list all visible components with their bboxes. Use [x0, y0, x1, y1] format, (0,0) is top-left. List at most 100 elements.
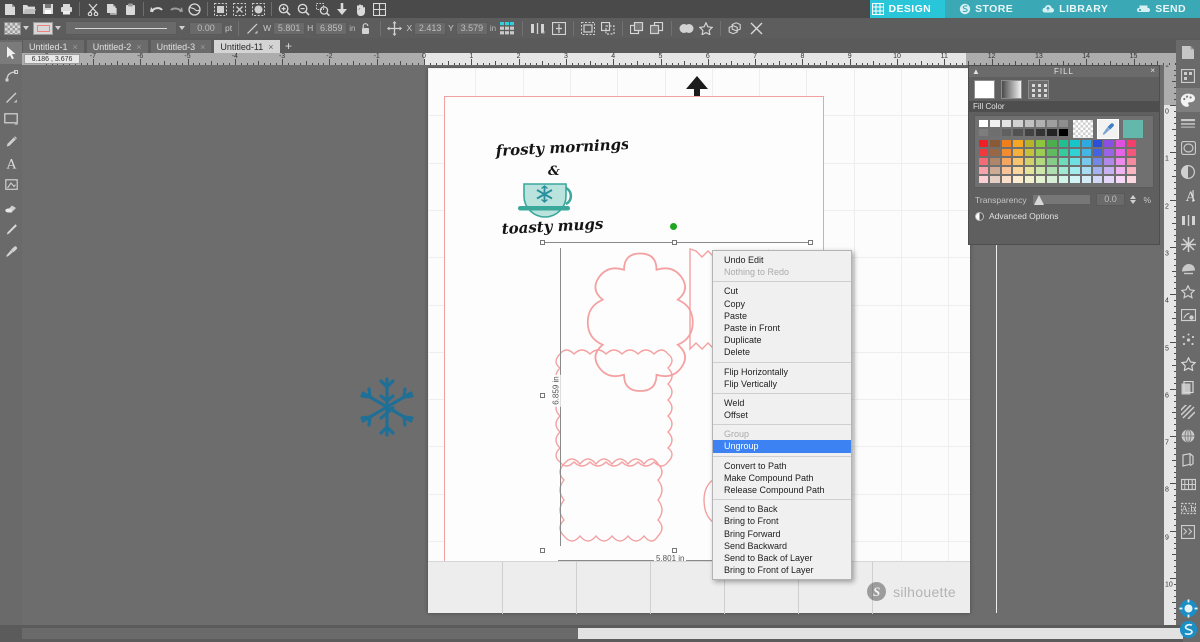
context-menu-item[interactable]: Bring to Front of Layer [713, 564, 851, 576]
nav-tab-store[interactable]: STORE [945, 0, 1028, 18]
color-swatch-grid[interactable] [978, 139, 1150, 184]
transparency-slider[interactable] [1031, 194, 1091, 205]
align-center-vertical-icon[interactable] [548, 18, 569, 38]
selection-handle-bc[interactable] [672, 548, 677, 553]
effects-sparkle-icon[interactable] [1176, 328, 1200, 352]
vertical-ruler[interactable]: 1012345678910 [1164, 65, 1176, 625]
gray-swatch[interactable] [1023, 128, 1035, 137]
compound-path-icon[interactable] [725, 18, 745, 38]
open-folder-icon[interactable] [19, 0, 38, 18]
gray-swatch[interactable] [1000, 128, 1013, 137]
color-swatch[interactable] [1126, 175, 1138, 184]
color-swatch[interactable] [1091, 175, 1104, 184]
gray-swatch[interactable] [1012, 128, 1024, 137]
color-swatch[interactable] [1057, 148, 1070, 157]
fill-palette-icon[interactable] [1176, 88, 1200, 112]
line-style-select[interactable] [65, 21, 177, 35]
group-icon[interactable] [578, 18, 598, 38]
line-tool-icon[interactable] [0, 86, 22, 108]
gray-swatch[interactable] [1057, 119, 1070, 128]
color-swatch[interactable] [1034, 157, 1047, 166]
gray-swatch[interactable] [1034, 128, 1047, 137]
zoom-selection-icon[interactable] [313, 0, 332, 18]
move-icon[interactable] [385, 18, 405, 38]
context-menu-item[interactable]: Paste [713, 310, 851, 322]
deselect-all-icon[interactable] [230, 0, 249, 18]
snowflake-icon[interactable] [355, 375, 419, 439]
context-menu-item[interactable]: Ungroup [713, 440, 851, 453]
gray-swatch[interactable] [1000, 119, 1013, 128]
color-swatch[interactable] [1126, 139, 1138, 148]
fill-swatch[interactable] [4, 21, 21, 35]
gray-swatch[interactable] [1034, 119, 1047, 128]
color-swatch[interactable] [1126, 148, 1138, 157]
color-swatch[interactable] [1091, 139, 1104, 148]
selection-handle-tr[interactable] [808, 240, 813, 245]
color-swatch-row[interactable] [978, 175, 1150, 184]
color-swatch[interactable] [1103, 157, 1115, 166]
color-swatch[interactable] [989, 148, 1001, 157]
color-swatch[interactable] [1023, 166, 1035, 175]
color-swatch[interactable] [1069, 139, 1081, 148]
color-swatch[interactable] [1034, 166, 1047, 175]
color-swatch[interactable] [1091, 166, 1104, 175]
color-swatch[interactable] [1091, 148, 1104, 157]
rectangle-tool-icon[interactable] [0, 108, 22, 130]
current-color-swatch[interactable] [1122, 119, 1145, 139]
cut-icon[interactable] [83, 0, 102, 18]
close-icon[interactable]: × [200, 42, 205, 52]
context-menu-item[interactable]: Convert to Path [713, 460, 851, 472]
new-document-icon[interactable] [0, 0, 19, 18]
document-tab-untitled-2[interactable]: Untitled-2 × [85, 39, 149, 53]
color-swatch[interactable] [1057, 157, 1070, 166]
eraser-tool-icon[interactable] [0, 196, 22, 218]
gray-swatch[interactable] [978, 119, 990, 128]
color-swatch[interactable] [989, 139, 1001, 148]
zoom-in-icon[interactable] [275, 0, 294, 18]
horizontal-ruler[interactable]: -8-7-6-5-4-3-2-1012345678910111213141516 [22, 53, 1176, 65]
context-menu-item[interactable]: Release Compound Path [713, 484, 851, 496]
context-menu-item[interactable]: Copy [713, 298, 851, 310]
color-swatch[interactable] [1114, 166, 1127, 175]
gray-swatch[interactable] [989, 119, 1001, 128]
height-input[interactable]: 6.859 [315, 21, 348, 35]
gray-swatch[interactable] [1046, 128, 1058, 137]
fill-panel[interactable]: ▲ FILL × Fill Color Transparency 0.0 % A… [968, 65, 1160, 245]
color-swatch[interactable] [1012, 166, 1024, 175]
paste-icon[interactable] [121, 0, 140, 18]
shapes-star-icon[interactable] [1176, 352, 1200, 376]
color-swatch[interactable] [1012, 157, 1024, 166]
context-menu-item[interactable]: Bring Forward [713, 528, 851, 540]
color-swatch[interactable] [978, 175, 990, 184]
text-tool-icon[interactable]: A [0, 152, 22, 174]
gray-swatch-row-1[interactable] [978, 119, 1070, 128]
knife-tool-icon[interactable] [0, 218, 22, 240]
color-swatch[interactable] [1000, 175, 1013, 184]
color-swatch[interactable] [1114, 148, 1127, 157]
close-x-icon[interactable] [745, 18, 767, 38]
duplicate-front-icon[interactable] [627, 18, 647, 38]
color-swatch[interactable] [1000, 139, 1013, 148]
context-menu-item[interactable]: Flip Horizontally [713, 366, 851, 378]
color-swatch[interactable] [1091, 157, 1104, 166]
gray-swatch-row-2[interactable] [978, 128, 1070, 137]
zoom-out-icon[interactable] [294, 0, 313, 18]
ungroup-icon[interactable] [598, 18, 618, 38]
line-style-icon[interactable] [243, 18, 261, 38]
color-swatch[interactable] [1103, 139, 1115, 148]
registration-marks-icon[interactable] [1176, 64, 1200, 88]
advanced-options-row[interactable]: Advanced Options [969, 208, 1159, 224]
solid-fill-icon[interactable] [974, 80, 995, 99]
y-input[interactable]: 3.579 [455, 21, 488, 35]
gray-swatch[interactable] [1023, 119, 1035, 128]
context-menu-item[interactable]: Bring to Front [713, 515, 851, 527]
context-menu-item[interactable]: Send to Back [713, 503, 851, 515]
close-icon[interactable]: × [73, 42, 78, 52]
color-swatch[interactable] [1034, 148, 1047, 157]
color-swatch[interactable] [1103, 148, 1115, 157]
color-swatch[interactable] [1012, 175, 1024, 184]
color-swatch-row[interactable] [978, 166, 1150, 175]
weld-icon[interactable] [676, 18, 696, 38]
anchor-grid-icon[interactable] [496, 18, 518, 38]
horizontal-scrollbar[interactable] [0, 625, 1200, 642]
